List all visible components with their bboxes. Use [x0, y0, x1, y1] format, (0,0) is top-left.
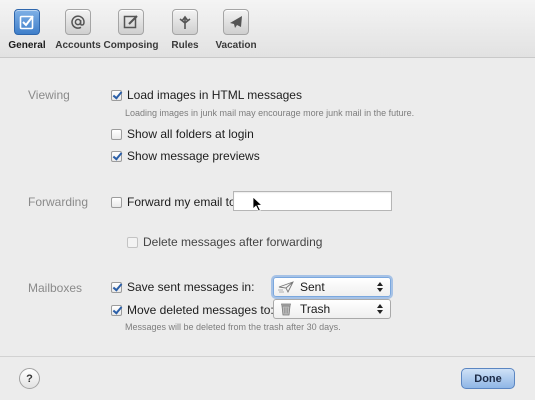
- show-folders-option[interactable]: Show all folders at login: [111, 127, 254, 141]
- move-deleted-checkbox[interactable]: [111, 304, 122, 316]
- sent-mailbox-popup[interactable]: Sent: [273, 277, 391, 297]
- load-images-checkbox[interactable]: [111, 89, 122, 101]
- load-images-label: Load images in HTML messages: [127, 88, 302, 102]
- paper-plane-icon: [277, 279, 295, 295]
- tab-general-label: General: [8, 40, 46, 51]
- delete-after-forwarding-checkbox[interactable]: [127, 236, 138, 248]
- forwarding-section-label: Forwarding: [28, 195, 89, 209]
- airplane-icon: [223, 9, 249, 35]
- trash-mailbox-value: Trash: [300, 302, 331, 316]
- tab-vacation-label: Vacation: [215, 40, 257, 51]
- mailboxes-section-label: Mailboxes: [28, 281, 83, 295]
- forward-option[interactable]: Forward my email to:: [111, 195, 239, 209]
- move-deleted-label: Move deleted messages to:: [127, 303, 274, 317]
- done-button[interactable]: Done: [461, 368, 515, 389]
- at-sign-icon: [65, 9, 91, 35]
- save-sent-checkbox[interactable]: [111, 281, 122, 293]
- tab-composing[interactable]: Composing: [103, 0, 159, 58]
- help-button[interactable]: ?: [19, 368, 40, 389]
- tab-general[interactable]: General: [8, 0, 46, 58]
- tab-accounts-label: Accounts: [55, 40, 101, 51]
- forward-label: Forward my email to:: [127, 195, 240, 209]
- delete-after-forwarding-option[interactable]: Delete messages after forwarding: [127, 235, 322, 249]
- save-sent-option[interactable]: Save sent messages in:: [111, 280, 254, 294]
- delete-after-forwarding-label: Delete messages after forwarding: [143, 235, 323, 249]
- viewing-section-label: Viewing: [28, 88, 70, 102]
- show-previews-checkbox[interactable]: [111, 150, 122, 162]
- show-previews-option[interactable]: Show message previews: [111, 149, 260, 163]
- load-images-option[interactable]: Load images in HTML messages: [111, 88, 302, 102]
- footer-divider: [0, 356, 535, 357]
- show-previews-label: Show message previews: [127, 149, 260, 163]
- trash-can-icon: [277, 301, 295, 317]
- trash-retention-note: Messages will be deleted from the trash …: [125, 322, 341, 332]
- save-sent-label: Save sent messages in:: [127, 280, 255, 294]
- popup-arrows-icon: [374, 304, 386, 314]
- sent-mailbox-value: Sent: [300, 280, 325, 294]
- forward-checkbox[interactable]: [111, 196, 122, 208]
- general-checkbox-icon: [14, 9, 40, 35]
- rules-arrows-icon: [172, 9, 198, 35]
- popup-arrows-icon: [374, 282, 386, 292]
- mouse-pointer-icon: [252, 196, 264, 212]
- tab-accounts[interactable]: Accounts: [55, 0, 101, 58]
- load-images-note: Loading images in junk mail may encourag…: [125, 108, 415, 118]
- tab-composing-label: Composing: [103, 40, 159, 51]
- tab-vacation[interactable]: Vacation: [215, 0, 257, 58]
- move-deleted-option[interactable]: Move deleted messages to:: [111, 303, 274, 317]
- trash-mailbox-popup[interactable]: Trash: [273, 299, 391, 319]
- compose-pencil-icon: [118, 9, 144, 35]
- show-folders-label: Show all folders at login: [127, 127, 254, 141]
- tab-rules[interactable]: Rules: [168, 0, 202, 58]
- preferences-toolbar: General Accounts Composing Rules Vacatio…: [0, 0, 535, 58]
- tab-rules-label: Rules: [171, 40, 199, 51]
- show-folders-checkbox[interactable]: [111, 128, 122, 140]
